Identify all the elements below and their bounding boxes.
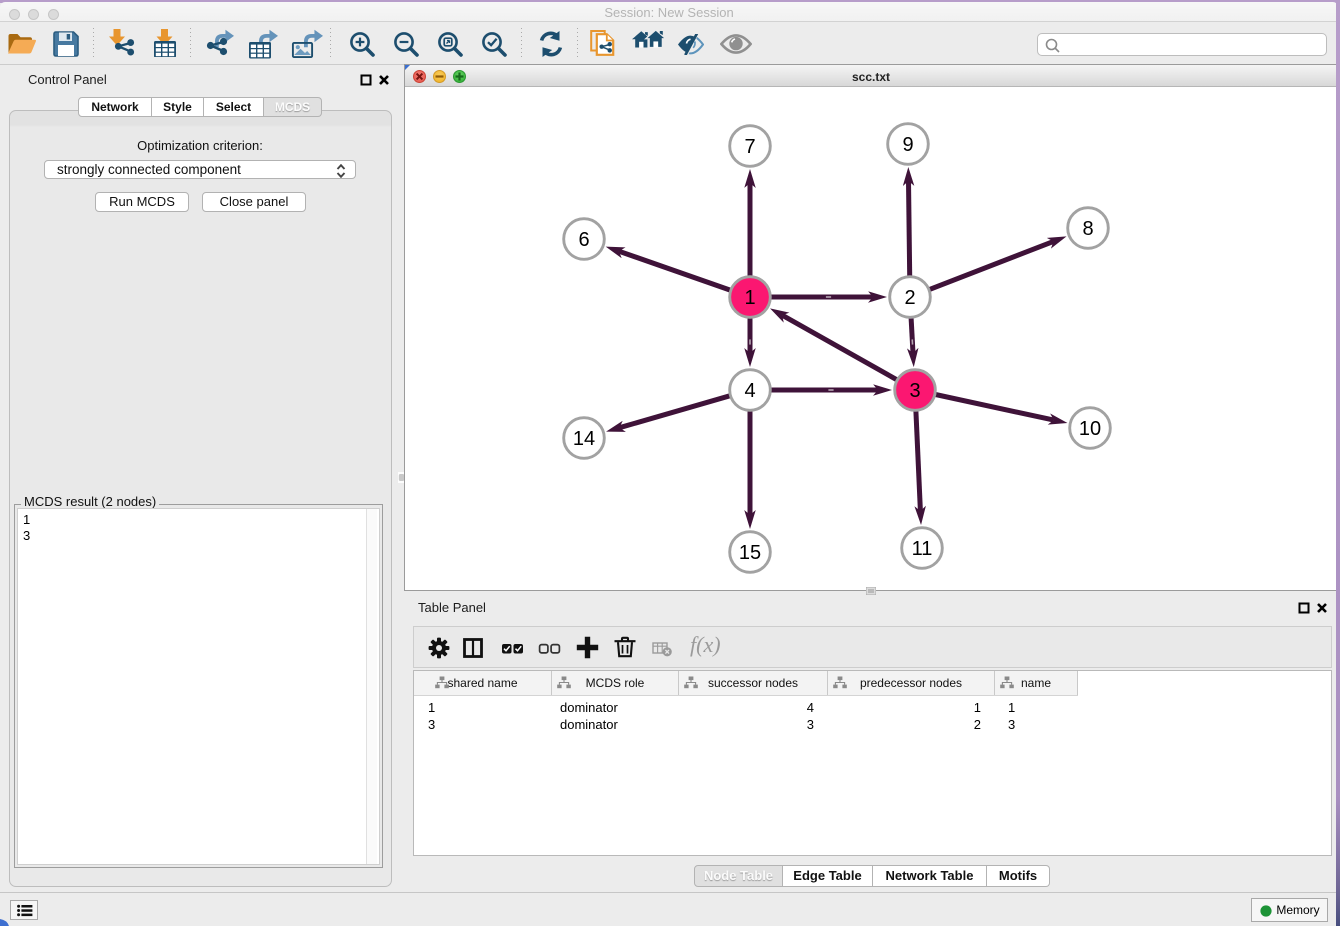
svg-text:4: 4 [744,380,755,402]
svg-text:14: 14 [573,428,595,450]
svg-text:8: 8 [1082,218,1093,240]
svg-text:1: 1 [744,287,755,309]
svg-text:2: 2 [904,287,915,309]
svg-text:11: 11 [912,538,933,560]
svg-text:15: 15 [739,542,761,564]
svg-text:7: 7 [744,136,755,158]
svg-text:3: 3 [909,380,920,402]
svg-text:6: 6 [578,229,589,251]
svg-text:10: 10 [1079,418,1101,440]
svg-text:9: 9 [902,134,913,156]
